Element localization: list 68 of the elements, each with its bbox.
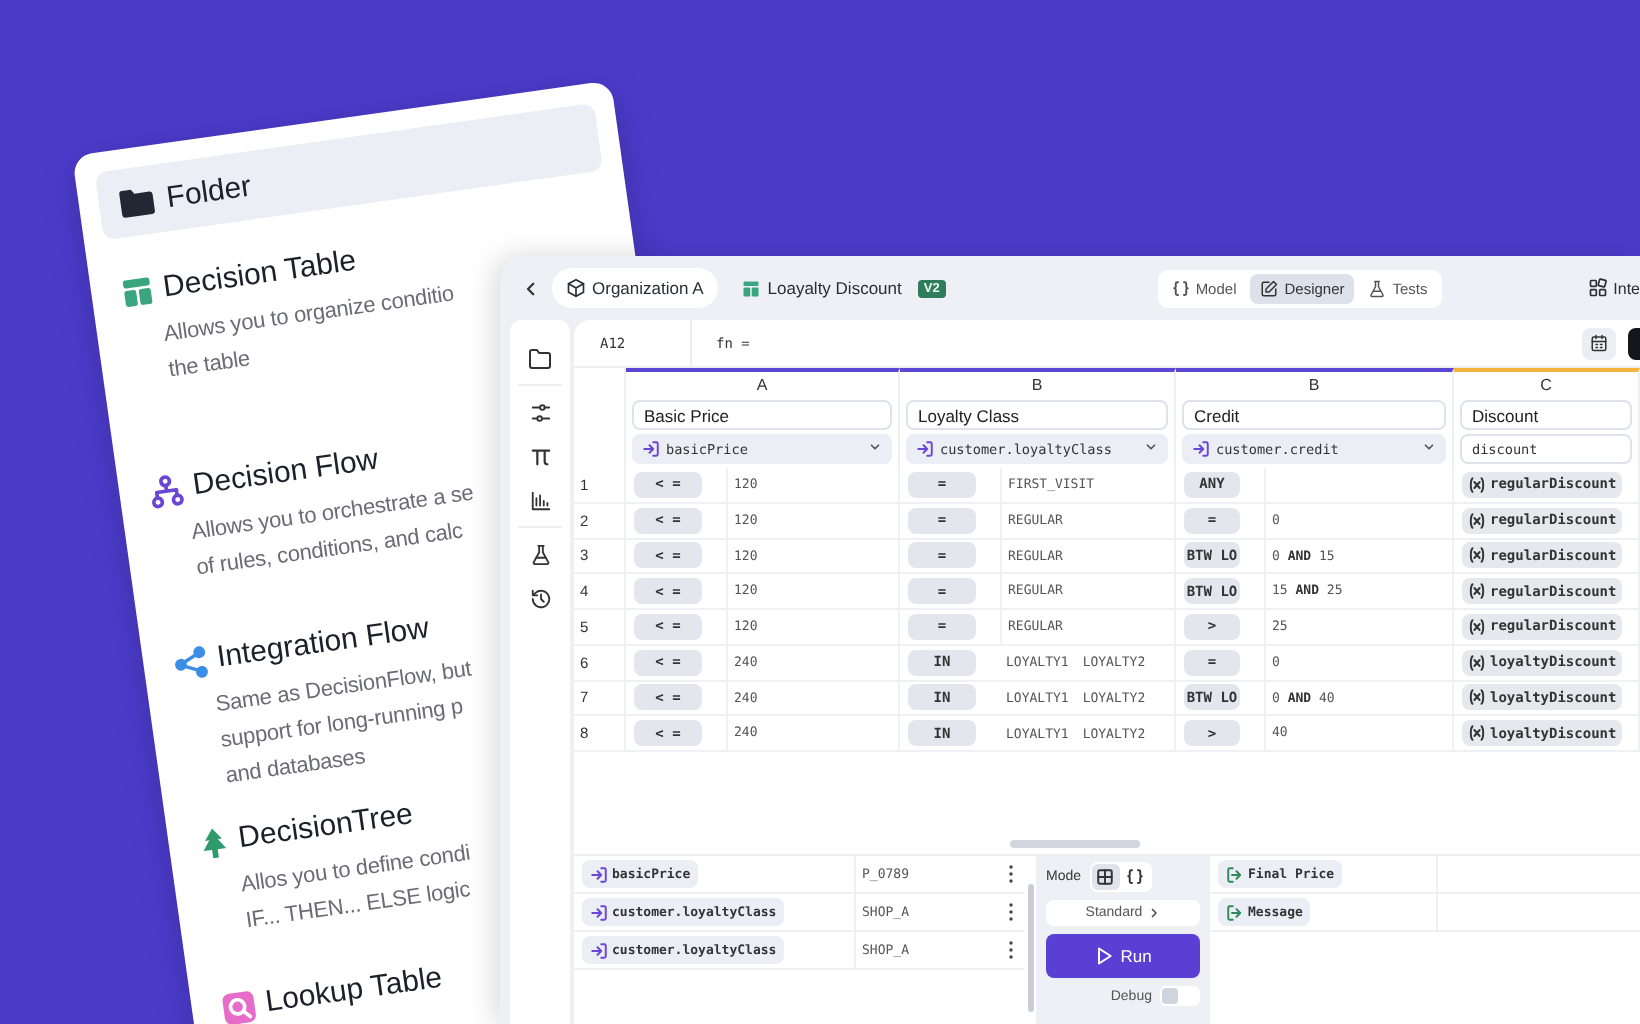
- item-title: Lookup Table: [263, 958, 445, 1024]
- flow-diagram-icon: [147, 470, 186, 510]
- variable-icon: [1468, 582, 1486, 601]
- calendar-icon: [1590, 334, 1608, 352]
- input-arrow-icon: [590, 941, 608, 959]
- chevron-right-icon: [1148, 906, 1161, 920]
- chevron-left-icon[interactable]: [521, 279, 539, 297]
- input-arrow-icon: [642, 440, 660, 458]
- variable-icon: [1468, 475, 1486, 494]
- caret-down-icon: [1144, 440, 1158, 454]
- column-letter: B: [1029, 374, 1045, 396]
- output-arrow-icon: [1226, 865, 1244, 883]
- folder-icon: [117, 184, 157, 219]
- column-name-field[interactable]: Discount: [1460, 400, 1632, 430]
- run-button[interactable]: Run: [1046, 934, 1200, 978]
- column-letter: B: [1306, 374, 1322, 396]
- variable-icon: [1468, 724, 1486, 743]
- item-description: and databases: [224, 745, 368, 793]
- caret-down-icon: [868, 440, 882, 454]
- table-icon: [741, 279, 760, 297]
- item-description: the table: [166, 345, 253, 387]
- grid-icon: [1587, 278, 1608, 298]
- folder-icon[interactable]: [528, 347, 552, 369]
- bar-chart-icon[interactable]: [529, 489, 551, 511]
- scrollbar-thumb[interactable]: [1010, 840, 1140, 848]
- edit-icon: [1260, 279, 1279, 297]
- document-title: Loayalty Discount: [767, 278, 902, 298]
- braces-icon: [1171, 279, 1190, 297]
- integrations-button[interactable]: Inte: [1587, 278, 1640, 298]
- debug-switch[interactable]: [1160, 986, 1200, 1006]
- more-icon[interactable]: [1008, 864, 1014, 884]
- sliders-icon[interactable]: [529, 401, 551, 423]
- more-icon[interactable]: [1008, 940, 1014, 960]
- pi-icon[interactable]: [529, 445, 551, 467]
- flask-icon: [1368, 279, 1387, 297]
- caret-down-icon: [1422, 440, 1436, 454]
- item-title: DecisionTree: [235, 795, 416, 856]
- variable-icon: [1468, 546, 1486, 565]
- table-icon: [119, 274, 156, 311]
- column-letter: A: [754, 374, 770, 396]
- mode-toggle[interactable]: [1089, 862, 1152, 892]
- cube-icon: [566, 278, 586, 298]
- variable-icon: [1468, 511, 1486, 530]
- history-icon[interactable]: [529, 587, 551, 609]
- variable-icon: [1468, 617, 1486, 636]
- input-arrow-icon: [1192, 440, 1210, 458]
- column-letter: C: [1538, 374, 1554, 396]
- toolbar-button[interactable]: [1628, 327, 1640, 359]
- organization-button[interactable]: Organization A: [552, 268, 718, 308]
- play-icon: [1094, 946, 1115, 966]
- variable-icon: [1468, 653, 1486, 672]
- output-arrow-icon: [1226, 903, 1244, 921]
- column-name-field[interactable]: Credit: [1182, 400, 1446, 430]
- share-icon: [171, 643, 210, 682]
- braces-icon: [1126, 868, 1145, 886]
- folder-item[interactable]: Folder: [94, 102, 604, 241]
- item-title: Decision Flow: [190, 440, 381, 503]
- column-name-field[interactable]: Loyalty Class: [906, 400, 1168, 430]
- more-icon[interactable]: [1008, 902, 1014, 922]
- grid-icon: [1096, 868, 1115, 886]
- input-arrow-icon: [590, 903, 608, 921]
- variable-icon: [1468, 688, 1486, 707]
- flask-icon: [529, 543, 551, 565]
- column-name-field[interactable]: Basic Price: [632, 400, 892, 430]
- input-arrow-icon: [916, 440, 934, 458]
- input-arrow-icon: [590, 865, 608, 883]
- calendar-button[interactable]: [1582, 327, 1616, 359]
- scrollbar-thumb[interactable]: [1027, 884, 1033, 1012]
